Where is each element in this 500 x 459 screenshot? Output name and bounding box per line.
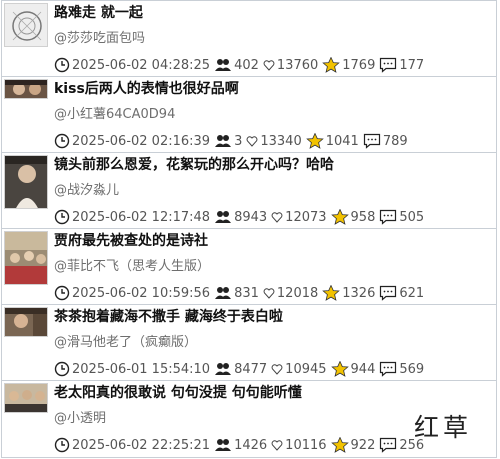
post-card[interactable]: 路难走 就一起 @莎莎吃面包吗 2025-06-02 04:28:25 402 … (1, 0, 497, 78)
post-likes: 13340 (260, 133, 302, 149)
post-stars: 958 (350, 209, 376, 225)
post-card[interactable]: 镜头前那么恩爱，花絮玩的那么开心吗？哈哈 @战汐淼儿 2025-06-02 12… (1, 152, 497, 230)
post-time: 2025-06-02 10:59:56 (72, 285, 211, 301)
heart-icon (271, 361, 283, 377)
post-author[interactable]: @小红薯64CA0D94 (54, 106, 175, 124)
post-viewers: 8943 (234, 209, 268, 225)
post-time: 2025-06-02 22:25:21 (72, 437, 211, 453)
post-author[interactable]: @战汐淼儿 (54, 182, 119, 200)
heart-icon (246, 133, 258, 149)
clock-icon (54, 133, 70, 149)
post-stats: 2025-06-02 10:59:56 831 12018 1326 621 (54, 284, 424, 302)
post-thumbnail[interactable] (4, 307, 48, 337)
post-likes: 10116 (285, 437, 327, 453)
post-stats: 2025-06-01 15:54:10 8477 10945 944 569 (54, 360, 424, 378)
post-author[interactable]: @菲比不飞（思考人生版） (54, 258, 210, 276)
post-card[interactable]: kiss后两人的表情也很好品啊 @小红薯64CA0D94 2025-06-02 … (1, 76, 497, 154)
viewers-icon (214, 209, 232, 225)
post-time: 2025-06-02 02:16:39 (72, 133, 211, 149)
post-comments: 621 (399, 285, 425, 301)
post-likes: 10945 (285, 361, 327, 377)
watermark: 红草 (414, 413, 473, 442)
post-title[interactable]: kiss后两人的表情也很好品啊 (54, 79, 239, 99)
post-comments: 505 (399, 209, 425, 225)
comment-icon (379, 361, 397, 377)
comment-icon (379, 209, 397, 225)
post-viewers: 831 (234, 285, 259, 301)
post-time: 2025-06-01 15:54:10 (72, 361, 211, 377)
star-icon (330, 361, 349, 377)
post-author[interactable]: @滑马他老了（疯癫版） (54, 334, 197, 352)
post-card[interactable]: 贾府最先被查处的是诗社 @菲比不飞（思考人生版） 2025-06-02 10:5… (1, 228, 497, 306)
heart-icon (271, 209, 283, 225)
clock-icon (54, 209, 70, 225)
post-thumbnail[interactable] (4, 231, 48, 285)
post-thumbnail[interactable] (4, 3, 48, 47)
post-stats: 2025-06-02 22:25:21 1426 10116 922 256 (54, 436, 424, 454)
post-title[interactable]: 茶茶抱着藏海不撒手 藏海终于表白啦 (54, 307, 283, 327)
post-likes: 12018 (276, 285, 319, 301)
post-title[interactable]: 路难走 就一起 (54, 3, 143, 23)
star-icon (330, 437, 349, 453)
post-thumbnail[interactable] (4, 155, 48, 209)
post-card[interactable]: 茶茶抱着藏海不撒手 藏海终于表白啦 @滑马他老了（疯癫版） 2025-06-01… (1, 304, 497, 382)
post-author[interactable]: @小透明 (54, 410, 106, 428)
post-stars: 944 (350, 361, 376, 377)
post-author[interactable]: @莎莎吃面包吗 (54, 30, 145, 48)
post-comments: 789 (382, 133, 408, 149)
clock-icon (54, 285, 70, 301)
post-stars: 1769 (342, 57, 376, 73)
post-stars: 1326 (342, 285, 376, 301)
viewers-icon (214, 57, 232, 73)
comment-icon (363, 133, 381, 149)
post-title[interactable]: 老太阳真的很敢说 句句没提 句句能听懂 (54, 383, 302, 403)
viewers-icon (214, 361, 232, 377)
post-comments: 177 (399, 57, 425, 73)
post-stars: 1041 (325, 133, 359, 149)
heart-icon (263, 285, 275, 301)
star-icon (322, 57, 341, 73)
comment-icon (379, 437, 397, 453)
clock-icon (54, 57, 70, 73)
post-title[interactable]: 镜头前那么恩爱，花絮玩的那么开心吗？哈哈 (54, 155, 334, 175)
post-viewers: 402 (234, 57, 259, 73)
post-likes: 12073 (285, 209, 327, 225)
post-stars: 922 (350, 437, 376, 453)
clock-icon (54, 437, 70, 453)
viewers-icon (214, 437, 232, 453)
post-thumbnail[interactable] (4, 79, 48, 99)
viewers-icon (214, 285, 232, 301)
star-icon (305, 133, 324, 149)
viewers-icon (214, 133, 232, 149)
post-viewers: 1426 (234, 437, 268, 453)
post-stats: 2025-06-02 12:17:48 8943 12073 958 505 (54, 208, 424, 226)
post-viewers: 8477 (234, 361, 268, 377)
star-icon (322, 285, 341, 301)
heart-icon (263, 57, 275, 73)
clock-icon (54, 361, 70, 377)
post-stats: 2025-06-02 04:28:25 402 13760 1769 177 (54, 56, 424, 74)
post-title[interactable]: 贾府最先被查处的是诗社 (54, 231, 208, 251)
post-likes: 13760 (276, 57, 319, 73)
post-time: 2025-06-02 04:28:25 (72, 57, 211, 73)
star-icon (330, 209, 349, 225)
post-time: 2025-06-02 12:17:48 (72, 209, 211, 225)
comment-icon (379, 285, 397, 301)
post-stats: 2025-06-02 02:16:39 3 13340 1041 789 (54, 132, 408, 150)
post-comments: 569 (399, 361, 425, 377)
post-thumbnail[interactable] (4, 383, 48, 413)
post-viewers: 3 (234, 133, 243, 149)
heart-icon (271, 437, 283, 453)
comment-icon (379, 57, 397, 73)
